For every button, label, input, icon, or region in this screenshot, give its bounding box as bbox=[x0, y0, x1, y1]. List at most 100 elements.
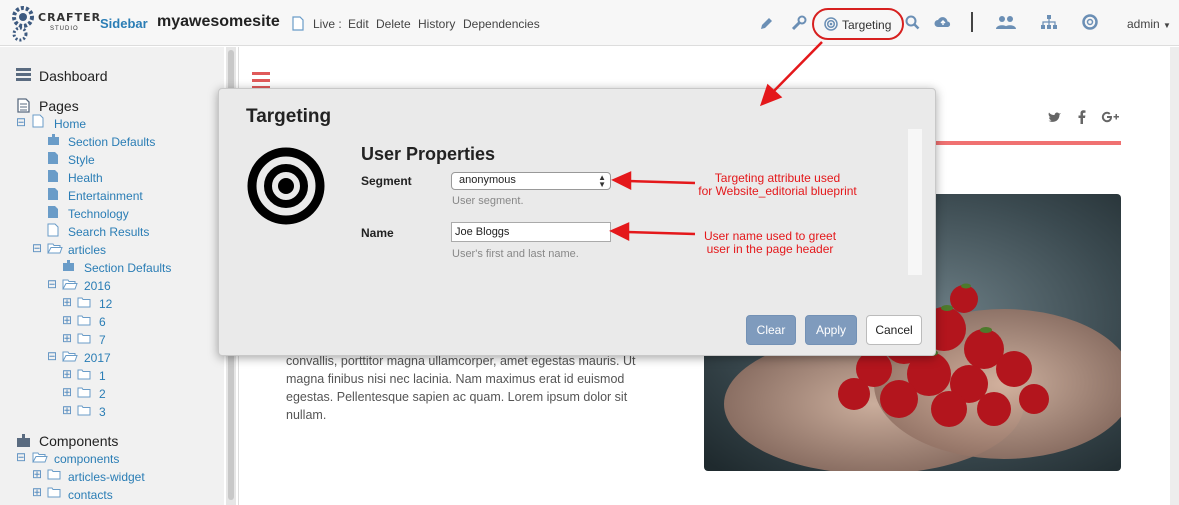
tree-item-month[interactable]: 7 bbox=[99, 333, 106, 347]
segment-value: anonymous bbox=[459, 174, 516, 186]
sitemap-icon[interactable] bbox=[1041, 15, 1057, 30]
collapse-toggle-icon[interactable]: ⊟ bbox=[47, 277, 57, 291]
delete-link[interactable]: Delete bbox=[376, 17, 411, 31]
site-name[interactable]: myawesomesite bbox=[157, 13, 280, 31]
expand-toggle-icon[interactable]: ⊞ bbox=[62, 367, 72, 381]
crafter-logo[interactable]: CRAFTER STUDIO bbox=[10, 4, 100, 42]
expand-toggle-icon[interactable]: ⊞ bbox=[62, 403, 72, 417]
tree-item-health[interactable]: Health bbox=[68, 171, 103, 185]
expand-toggle-icon[interactable]: ⊞ bbox=[32, 485, 42, 499]
puzzle-icon bbox=[63, 260, 74, 271]
folder-icon bbox=[77, 333, 91, 344]
cloud-upload-icon[interactable] bbox=[934, 15, 952, 29]
sidebar-toggle-link[interactable]: Sidebar bbox=[100, 16, 148, 31]
targeting-label: Targeting bbox=[842, 18, 892, 32]
tree-item-month[interactable]: 3 bbox=[99, 405, 106, 419]
name-annotation-line1: User name used to greet bbox=[703, 229, 837, 243]
pencil-icon[interactable] bbox=[759, 16, 774, 31]
clear-button[interactable]: Clear bbox=[746, 315, 796, 345]
tree-item-home[interactable]: Home bbox=[54, 117, 86, 131]
folder-open-icon bbox=[32, 452, 48, 463]
dialog-scrollbar[interactable] bbox=[908, 129, 922, 275]
folder-icon bbox=[77, 315, 91, 326]
tree-item-articles-widget[interactable]: articles-widget bbox=[68, 470, 145, 484]
tree-item-2017[interactable]: 2017 bbox=[84, 351, 111, 365]
folder-icon bbox=[47, 469, 61, 480]
users-icon[interactable] bbox=[996, 15, 1016, 30]
page-icon bbox=[292, 16, 304, 31]
tree-item-technology[interactable]: Technology bbox=[68, 207, 129, 221]
name-annotation-line2: user in the page header bbox=[706, 242, 834, 256]
collapse-toggle-icon[interactable]: ⊟ bbox=[16, 450, 26, 464]
expand-toggle-icon[interactable]: ⊞ bbox=[62, 313, 72, 327]
tree-item-month[interactable]: 2 bbox=[99, 387, 106, 401]
search-icon[interactable] bbox=[905, 15, 920, 30]
tree-item-style[interactable]: Style bbox=[68, 153, 95, 167]
name-label: Name bbox=[361, 226, 394, 240]
logo-subtext: STUDIO bbox=[50, 26, 79, 32]
twitter-icon[interactable] bbox=[1048, 111, 1062, 123]
segment-annotation-line2: for Website_editorial blueprint bbox=[698, 184, 857, 198]
segment-annotation: Targeting attribute used for Website_edi… bbox=[690, 172, 865, 198]
wrench-icon[interactable] bbox=[791, 15, 807, 31]
expand-toggle-icon[interactable]: ⊞ bbox=[62, 331, 72, 345]
tree-item-articles-section-defaults[interactable]: Section Defaults bbox=[84, 261, 171, 275]
name-help-text: User's first and last name. bbox=[452, 248, 579, 260]
header-rule bbox=[935, 141, 1121, 145]
segment-annotation-line1: Targeting attribute used bbox=[714, 171, 841, 185]
file-icon bbox=[48, 188, 58, 200]
components-icon bbox=[17, 434, 30, 447]
edit-link[interactable]: Edit bbox=[348, 17, 369, 31]
apply-button[interactable]: Apply bbox=[805, 315, 857, 345]
user-menu[interactable]: admin ▼ bbox=[1127, 17, 1171, 31]
name-input[interactable]: Joe Bloggs bbox=[451, 222, 611, 242]
collapse-toggle-icon[interactable]: ⊟ bbox=[47, 349, 57, 363]
collapse-toggle-icon[interactable]: ⊟ bbox=[32, 241, 42, 255]
help-lifering-icon[interactable] bbox=[1082, 14, 1098, 30]
folder-icon bbox=[77, 405, 91, 416]
tree-item-components[interactable]: components bbox=[54, 452, 119, 466]
history-link[interactable]: History bbox=[418, 17, 455, 31]
sidebar-item-components[interactable]: Components bbox=[39, 433, 118, 449]
preview-scrollbar[interactable] bbox=[1170, 47, 1179, 505]
dialog-title: Targeting bbox=[246, 106, 332, 127]
folder-icon bbox=[77, 297, 91, 308]
expand-toggle-icon[interactable]: ⊞ bbox=[62, 385, 72, 399]
sidebar-item-pages[interactable]: Pages bbox=[39, 98, 79, 114]
user-name: admin bbox=[1127, 17, 1160, 31]
segment-help-text: User segment. bbox=[452, 195, 524, 207]
tree-item-month[interactable]: 6 bbox=[99, 315, 106, 329]
tree-item-entertainment[interactable]: Entertainment bbox=[68, 189, 143, 203]
folder-icon bbox=[77, 369, 91, 380]
select-arrows-icon: ▲ ▼ bbox=[598, 173, 606, 189]
tree-item-section-defaults[interactable]: Section Defaults bbox=[68, 135, 155, 149]
tree-item-month[interactable]: 12 bbox=[99, 297, 112, 311]
dependencies-link[interactable]: Dependencies bbox=[463, 17, 540, 31]
folder-icon bbox=[77, 387, 91, 398]
google-plus-icon[interactable] bbox=[1101, 111, 1121, 123]
tree-item-contacts[interactable]: contacts bbox=[68, 488, 113, 502]
sidebar-item-dashboard[interactable]: Dashboard bbox=[39, 68, 108, 84]
expand-toggle-icon[interactable]: ⊞ bbox=[62, 295, 72, 309]
tree-item-articles[interactable]: articles bbox=[68, 243, 106, 257]
targeting-button[interactable]: Targeting bbox=[812, 8, 904, 40]
target-icon bbox=[247, 147, 325, 225]
sidebar: Dashboard Pages ⊟ Home Section Defaults … bbox=[0, 47, 224, 505]
dashboard-icon bbox=[16, 68, 31, 81]
name-annotation: User name used to greet user in the page… bbox=[695, 230, 845, 256]
segment-select[interactable]: anonymous ▲ ▼ bbox=[451, 172, 611, 190]
facebook-icon[interactable] bbox=[1078, 110, 1086, 124]
article-body-text: convallis, porttitor magna ullamcorper, … bbox=[286, 354, 636, 422]
tree-item-month[interactable]: 1 bbox=[99, 369, 106, 383]
file-icon bbox=[48, 152, 58, 164]
tree-item-2016[interactable]: 2016 bbox=[84, 279, 111, 293]
logo-text: CRAFTER bbox=[38, 11, 102, 24]
gear-logo-icon bbox=[12, 6, 34, 42]
tree-item-search-results[interactable]: Search Results bbox=[68, 225, 149, 239]
expand-toggle-icon[interactable]: ⊞ bbox=[32, 467, 42, 481]
collapse-toggle-icon[interactable]: ⊟ bbox=[16, 115, 26, 129]
folder-open-icon bbox=[62, 351, 78, 362]
cancel-button[interactable]: Cancel bbox=[866, 315, 922, 345]
segment-label: Segment bbox=[361, 174, 412, 188]
user-properties-heading: User Properties bbox=[361, 144, 496, 164]
